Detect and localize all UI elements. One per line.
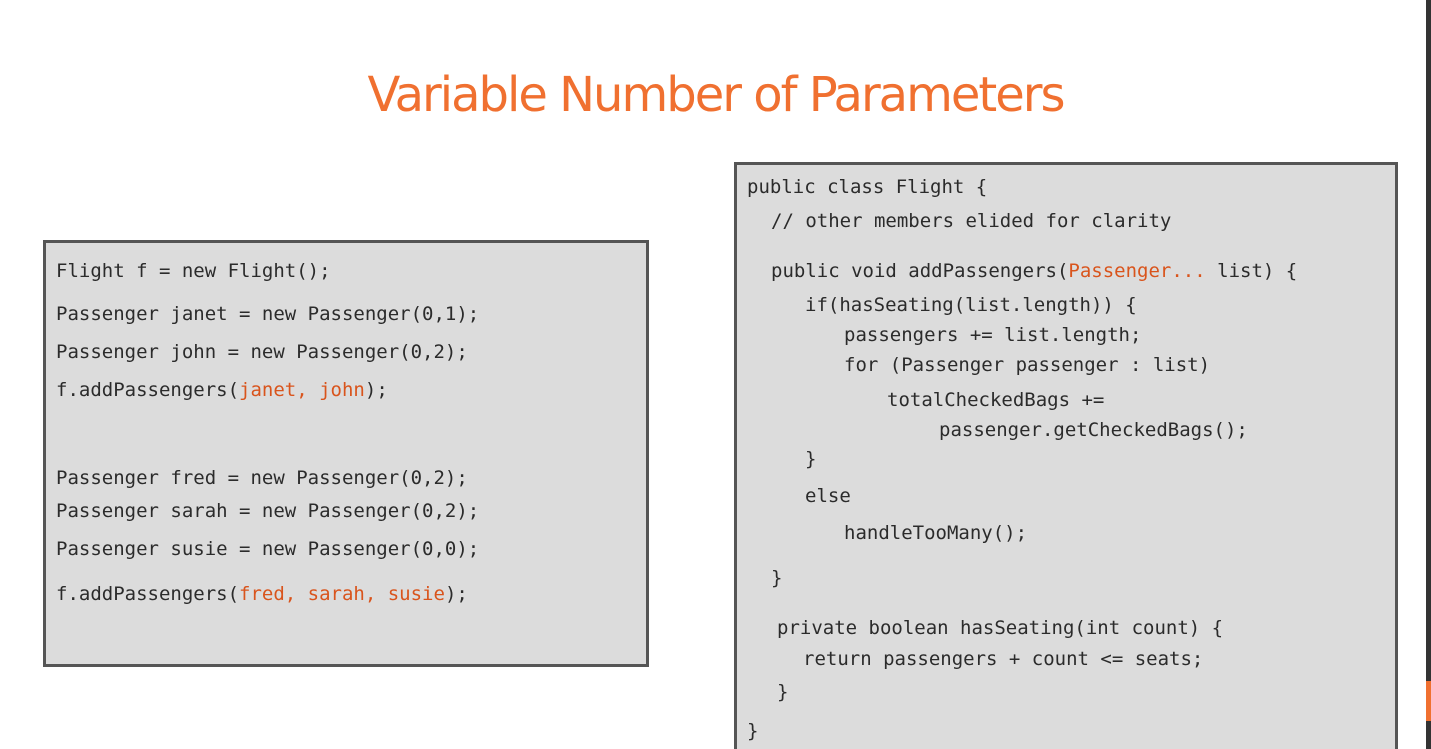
code-comment: // other members elided for clarity [771,210,1172,232]
window-edge-divider [1426,0,1431,749]
code-line: public void addPassengers(Passenger... l… [771,259,1297,283]
window-edge-accent [1426,681,1431,721]
code-line: } [771,567,783,589]
code-line: totalCheckedBags += [887,389,1105,411]
code-line: if(hasSeating(list.length)) { [805,294,1137,316]
code-text: list) { [1205,260,1298,282]
code-text: public void addPassengers( [771,260,1069,282]
code-line: Passenger janet = new Passenger(0,1); [56,303,480,325]
code-line: public class Flight { [747,176,988,198]
highlighted-varargs-type: Passenger... [1068,260,1206,282]
code-line: Flight f = new Flight(); [56,260,331,282]
code-text: ); [364,379,388,401]
code-line: } [747,720,759,742]
code-line: passenger.getCheckedBags(); [939,419,1248,441]
code-line: Passenger fred = new Passenger(0,2); [56,467,468,489]
slide-title: Variable Number of Parameters [367,67,1066,123]
code-line: Passenger sarah = new Passenger(0,2); [56,500,480,522]
code-text: f.addPassengers( [56,379,240,401]
code-line: private boolean hasSeating(int count) { [777,617,1224,639]
code-line: f.addPassengers(janet, john); [56,378,388,402]
code-line: else [805,485,851,507]
code-line: Passenger john = new Passenger(0,2); [56,341,468,363]
code-text: ); [444,583,468,605]
flight-class-code-panel: public class Flight { // other members e… [734,162,1398,749]
highlighted-arguments: janet, john [239,379,365,401]
code-line: handleTooMany(); [844,522,1028,544]
code-line: Passenger susie = new Passenger(0,0); [56,538,480,560]
code-line: for (Passenger passenger : list) [844,354,1211,376]
code-line: f.addPassengers(fred, sarah, susie); [56,582,468,606]
code-line: return passengers + count <= seats; [803,648,1204,670]
code-line: } [805,448,817,470]
code-text: f.addPassengers( [56,583,240,605]
calling-code-panel: Flight f = new Flight(); Passenger janet… [43,240,649,667]
code-line: } [777,681,789,703]
slide: Variable Number of Parameters Flight f =… [0,0,1431,749]
code-line: passengers += list.length; [844,324,1142,346]
highlighted-arguments: fred, sarah, susie [239,583,445,605]
